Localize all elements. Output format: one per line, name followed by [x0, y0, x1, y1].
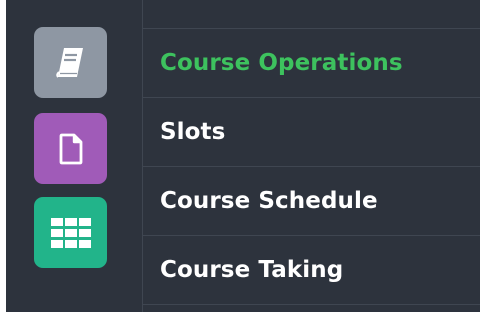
- menu-item-label: Course Schedule: [160, 188, 378, 214]
- grid-icon: [50, 217, 91, 248]
- app-panel: Course Operations Slots Course Schedule …: [6, 0, 480, 312]
- menu-item-label: Course Operations: [160, 50, 403, 76]
- menu-item-course-schedule[interactable]: Course Schedule: [143, 167, 480, 236]
- icon-rail: [6, 0, 142, 312]
- sidebar-tile-document[interactable]: [34, 113, 107, 184]
- document-icon: [56, 131, 86, 167]
- book-icon: [51, 43, 91, 83]
- menu-list: Course Operations Slots Course Schedule …: [143, 0, 480, 312]
- menu-item-slots[interactable]: Slots: [143, 98, 480, 167]
- menu-item-course-taking[interactable]: Course Taking: [143, 236, 480, 305]
- sidebar-tile-book[interactable]: [34, 27, 107, 98]
- menu-item-label: Slots: [160, 119, 226, 145]
- menu-item-course-operations[interactable]: Course Operations: [143, 29, 480, 98]
- sidebar-tile-grid[interactable]: [34, 197, 107, 268]
- menu-item-label: Course Taking: [160, 257, 344, 283]
